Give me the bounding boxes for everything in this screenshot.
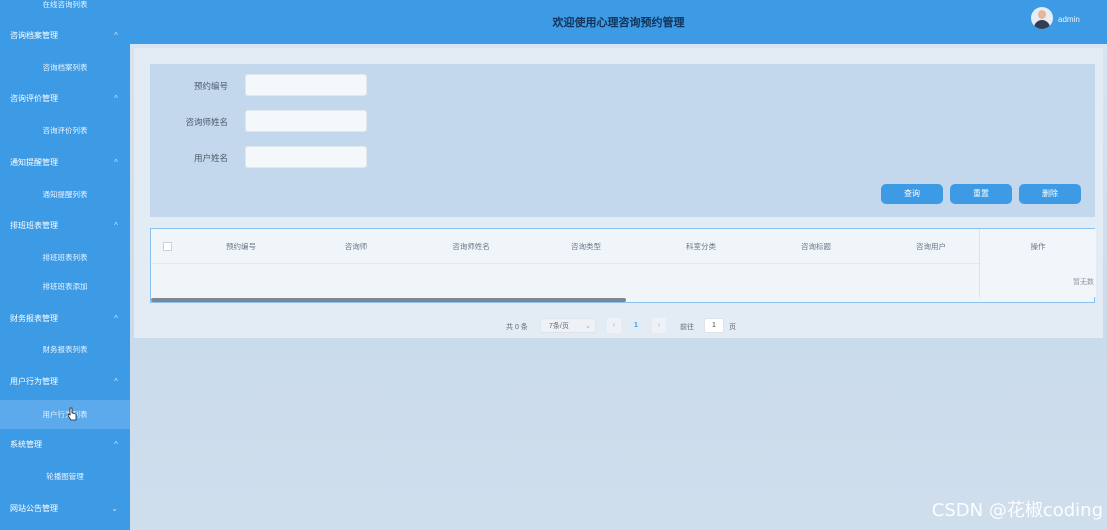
next-page-button[interactable]: › xyxy=(652,318,666,333)
chevron-up-icon: ^ xyxy=(114,377,118,386)
chevron-up-icon: ^ xyxy=(114,31,118,40)
sidebar-group-announcement[interactable]: 网站公告管理 ⌄ xyxy=(0,496,130,522)
sidebar-item-online-consult-list[interactable]: 在线咨询列表 xyxy=(0,0,130,18)
column-header[interactable]: 预约编号 xyxy=(196,241,286,252)
sidebar-group-schedule[interactable]: 排班班表管理 ^ xyxy=(0,213,130,239)
chevron-down-icon: ⌄ xyxy=(585,323,591,330)
data-table: 预约编号 咨询师 咨询师姓名 咨询类型 科室分类 咨询标题 咨询用户 操作 暂无… xyxy=(150,228,1096,303)
content-panel: 预约编号 咨询师姓名 用户姓名 查询 重置 删除 预约编号 咨询师 咨询师姓名 … xyxy=(134,48,1103,338)
counselor-name-label: 咨询师姓名 xyxy=(185,117,228,127)
sidebar: 在线咨询列表 咨询档案管理 ^ 咨询档案列表 咨询评价管理 ^ 咨询评价列表 通知提… xyxy=(0,0,130,530)
sidebar-item-consult-review-list[interactable]: 咨询评价列表 xyxy=(0,118,130,144)
column-header[interactable]: 咨询师 xyxy=(311,241,401,252)
user-name-label: 用户姓名 xyxy=(193,153,228,163)
column-header[interactable]: 咨询标题 xyxy=(771,241,861,252)
empty-text: 暂无数 xyxy=(1073,279,1094,286)
pagination: 共 0 条 7条/页 ⌄ ‹ 1 › 前往 页 xyxy=(134,315,1103,335)
appointment-number-label: 预约编号 xyxy=(193,81,228,91)
operation-header: 操作 xyxy=(1030,242,1046,251)
sidebar-item-finance-list[interactable]: 财务报表列表 xyxy=(0,337,130,363)
select-all-checkbox[interactable] xyxy=(163,242,172,251)
main-area: 预约编号 咨询师姓名 用户姓名 查询 重置 删除 预约编号 咨询师 咨询师姓名 … xyxy=(130,44,1107,530)
sidebar-item-carousel[interactable]: 轮播图管理 xyxy=(0,464,130,490)
sidebar-group-finance[interactable]: 财务报表管理 ^ xyxy=(0,306,130,332)
sidebar-item-user-behavior-list[interactable]: 用户行为列表 xyxy=(0,400,130,429)
page-unit: 页 xyxy=(729,324,736,331)
goto-page-input[interactable] xyxy=(704,318,724,333)
reset-button[interactable]: 重置 xyxy=(950,184,1012,204)
sidebar-item-notification-list[interactable]: 通知提醒列表 xyxy=(0,182,130,208)
page-size-select[interactable]: 7条/页 ⌄ xyxy=(540,318,596,333)
user-name-input[interactable] xyxy=(245,146,367,168)
chevron-up-icon: ^ xyxy=(114,94,118,103)
search-panel: 预约编号 咨询师姓名 用户姓名 查询 重置 删除 xyxy=(150,64,1095,217)
page-title: 欢迎使用心理咨询预约管理 xyxy=(552,17,685,29)
horizontal-scrollbar[interactable] xyxy=(151,298,626,302)
hand-cursor-icon xyxy=(67,407,77,421)
operation-column: 操作 暂无数 xyxy=(979,229,1096,297)
avatar-body-shape xyxy=(1034,20,1050,29)
sidebar-group-consult-archive[interactable]: 咨询档案管理 ^ xyxy=(0,23,130,49)
counselor-name-input[interactable] xyxy=(245,110,367,132)
column-header[interactable]: 咨询师姓名 xyxy=(426,241,516,252)
sidebar-item-consult-archive-list[interactable]: 咨询档案列表 xyxy=(0,55,130,81)
appointment-number-input[interactable] xyxy=(245,74,367,96)
sidebar-group-consult-review[interactable]: 咨询评价管理 ^ xyxy=(0,86,130,112)
sidebar-item-schedule-list[interactable]: 排班班表列表 xyxy=(0,245,130,271)
goto-label: 前往 xyxy=(680,324,694,331)
current-page[interactable]: 1 xyxy=(629,318,643,333)
total-count: 共 0 条 xyxy=(506,324,528,331)
prev-page-button[interactable]: ‹ xyxy=(607,318,621,333)
column-header[interactable]: 咨询类型 xyxy=(541,241,631,252)
avatar-head-shape xyxy=(1038,10,1046,19)
sidebar-group-notification[interactable]: 通知提醒管理 ^ xyxy=(0,150,130,176)
username[interactable]: admin xyxy=(1058,15,1080,24)
chevron-up-icon: ^ xyxy=(114,314,118,323)
query-button[interactable]: 查询 xyxy=(881,184,943,204)
chevron-up-icon: ^ xyxy=(114,221,118,230)
watermark: CSDN @花椒coding xyxy=(931,500,1103,521)
chevron-down-icon: ⌄ xyxy=(111,504,118,513)
sidebar-group-system[interactable]: 系统管理 ^ xyxy=(0,432,130,458)
column-header[interactable]: 咨询用户 xyxy=(886,241,976,252)
delete-button[interactable]: 删除 xyxy=(1019,184,1081,204)
header-divider xyxy=(151,263,1094,264)
column-header[interactable]: 科室分类 xyxy=(656,241,746,252)
top-header: 欢迎使用心理咨询预约管理 admin xyxy=(130,0,1107,44)
avatar[interactable] xyxy=(1031,7,1053,29)
chevron-up-icon: ^ xyxy=(114,440,118,449)
sidebar-group-user-behavior[interactable]: 用户行为管理 ^ xyxy=(0,369,130,395)
sidebar-item-schedule-add[interactable]: 排班班表添加 xyxy=(0,274,130,300)
chevron-up-icon: ^ xyxy=(114,158,118,167)
